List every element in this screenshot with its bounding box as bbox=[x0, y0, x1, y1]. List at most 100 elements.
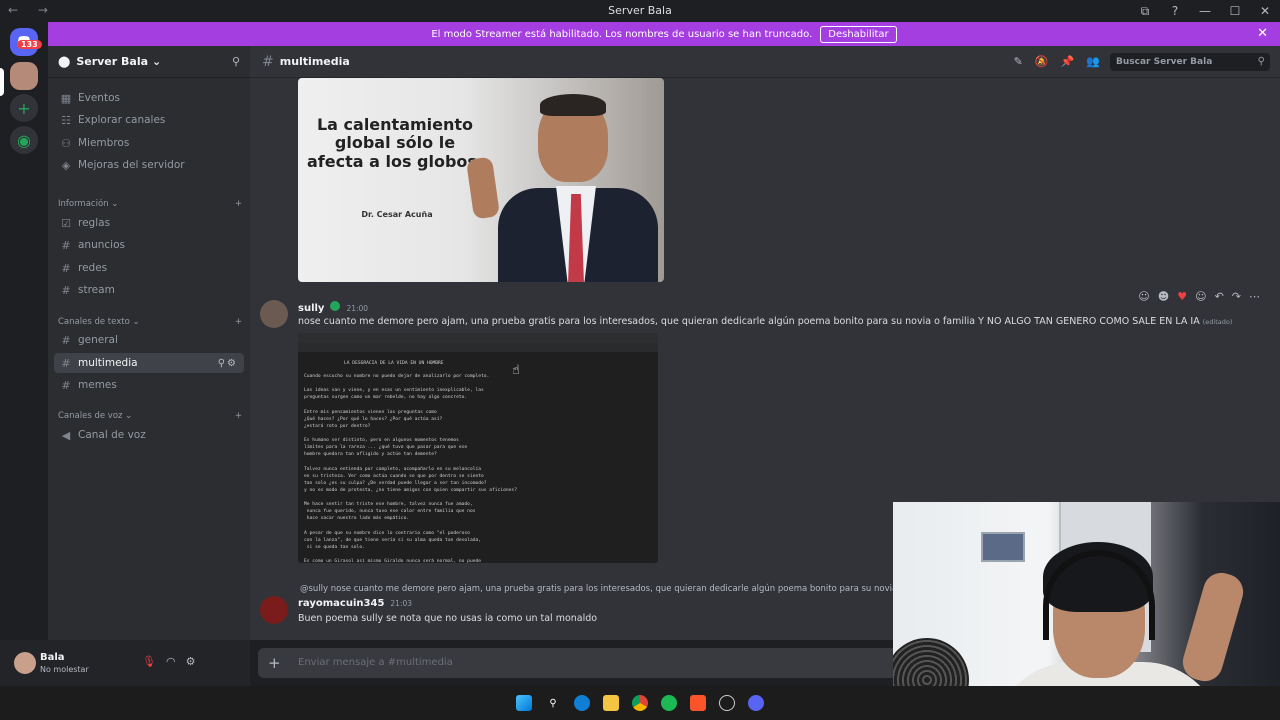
settings-gear-icon[interactable]: ⚙ bbox=[186, 655, 196, 668]
unread-badge: 133 bbox=[17, 40, 42, 49]
add-reaction-icon[interactable]: ☺ bbox=[1195, 290, 1206, 303]
image-attachment[interactable]: La calentamiento global sólo le afecta a… bbox=[298, 78, 664, 282]
doc-line: Entre mis pensamientos vienen las pregun… bbox=[304, 409, 437, 415]
user-controls: 🎙 ◠ ⚙ bbox=[142, 655, 195, 668]
photo-hair bbox=[540, 94, 606, 116]
close-window-button[interactable]: ✕ bbox=[1250, 4, 1280, 18]
guild-header[interactable]: ⬤ Server Bala ⌄ ⚲ bbox=[48, 46, 250, 78]
avatar[interactable] bbox=[14, 652, 36, 674]
guild-name: Server Bala bbox=[76, 55, 149, 68]
maximize-button[interactable]: ☐ bbox=[1220, 4, 1250, 18]
doc-title: LA DESGRACIA DE LA VIDA EN UN HOMBRE bbox=[344, 361, 444, 366]
disable-streamer-button[interactable]: Deshabilitar bbox=[820, 25, 897, 43]
sidebar-item-miembros[interactable]: ⚇ Miembros bbox=[54, 133, 244, 153]
member-list-icon[interactable]: 👥 bbox=[1086, 55, 1100, 68]
author-name[interactable]: sully bbox=[298, 303, 324, 314]
forward-icon[interactable]: ↷ bbox=[1232, 290, 1241, 303]
category-texto[interactable]: Canales de texto ⌄ + bbox=[58, 317, 242, 327]
hash-icon: # bbox=[262, 53, 274, 70]
doc-titlebar bbox=[298, 333, 658, 343]
reply-preview[interactable]: @sully nose cuanto me demore pero ajam, … bbox=[300, 584, 937, 594]
doc-line bbox=[304, 522, 652, 529]
channel-redes[interactable]: # redes bbox=[54, 258, 244, 278]
settings-gear-icon[interactable]: ⚙ bbox=[227, 358, 238, 369]
threads-icon[interactable]: ✎ bbox=[1014, 55, 1023, 68]
attach-plus-icon[interactable]: + bbox=[268, 654, 281, 672]
message-hover-toolbar: ☺ ☻ ♥ ☺ ↶ ↷ ⋯ bbox=[1138, 290, 1260, 303]
doc-line: Talvez nunca entienda por completo, acom… bbox=[304, 466, 482, 472]
more-options-icon[interactable]: ⋯ bbox=[1249, 290, 1260, 303]
category-informacion[interactable]: Información ⌄ + bbox=[58, 199, 242, 209]
category-voz[interactable]: Canales de voz ⌄ + bbox=[58, 411, 242, 421]
globe-icon: ⬤ bbox=[58, 55, 71, 68]
hash-icon: # bbox=[61, 333, 71, 347]
search-input[interactable]: Buscar Server Bala ⚲ bbox=[1110, 53, 1270, 71]
doc-line: ¿estará roto por dentro? bbox=[304, 423, 371, 429]
reply-text: nose cuanto me demore pero ajam, una pru… bbox=[330, 584, 937, 594]
screen-share-icon[interactable]: ⧉ bbox=[1130, 4, 1160, 19]
user-status: No molestar bbox=[40, 665, 89, 674]
add-channel-icon[interactable]: + bbox=[235, 317, 242, 327]
avatar[interactable] bbox=[260, 596, 288, 624]
chrome-icon[interactable] bbox=[632, 695, 648, 711]
message-body: nose cuanto me demore pero ajam, una pru… bbox=[298, 316, 1200, 327]
file-explorer-icon[interactable] bbox=[603, 695, 619, 711]
streamer-mode-banner: El modo Streamer está habilitado. Los no… bbox=[48, 22, 1280, 46]
add-channel-icon[interactable]: + bbox=[235, 199, 242, 209]
discord-icon[interactable] bbox=[748, 695, 764, 711]
document-screenshot-attachment[interactable]: LA DESGRACIA DE LA VIDA EN UN HOMBRE Cuan… bbox=[298, 333, 658, 563]
sidebar-item-mejoras[interactable]: ◈ Mejoras del servidor bbox=[54, 155, 244, 175]
mic-muted-icon[interactable]: 🎙 bbox=[142, 655, 156, 668]
reaction-icon[interactable]: ☺ bbox=[1138, 290, 1149, 303]
channel-memes[interactable]: # memes bbox=[54, 375, 244, 395]
heart-icon[interactable]: ♥ bbox=[1177, 290, 1187, 303]
channel-anuncios[interactable]: # anuncios bbox=[54, 235, 244, 255]
doc-line: A pesar de que su nombre dice lo contrar… bbox=[304, 530, 470, 536]
pin-icon[interactable]: 📌 bbox=[1061, 55, 1075, 68]
search-icon[interactable]: ⚲ bbox=[545, 695, 561, 711]
minimize-button[interactable]: — bbox=[1190, 4, 1220, 18]
doc-line: límites para la rareza ... ¿qué tuvo que… bbox=[304, 445, 468, 451]
avatar[interactable] bbox=[260, 300, 288, 328]
windows-start-icon[interactable] bbox=[516, 695, 532, 711]
role-badge-icon bbox=[330, 301, 341, 311]
doc-line: ¿Qué haces? ¿Por qué lo haces? ¿Por qué … bbox=[304, 416, 443, 422]
invite-people-icon[interactable]: ⚲ bbox=[232, 55, 240, 68]
author-name[interactable]: rayomacuin345 bbox=[298, 598, 384, 609]
active-server-pill bbox=[0, 68, 4, 96]
close-banner-icon[interactable]: ✕ bbox=[1257, 26, 1268, 41]
photo-hand bbox=[465, 156, 501, 220]
invite-icon[interactable]: ⚲ bbox=[218, 358, 227, 369]
doc-line: Me hace sentir tan triste ese hombre, ta… bbox=[304, 502, 473, 508]
headphones-icon[interactable]: ◠ bbox=[166, 655, 176, 668]
server-bala-icon[interactable] bbox=[10, 62, 38, 90]
streamer-mode-message: El modo Streamer está habilitado. Los no… bbox=[431, 28, 813, 40]
explore-servers-icon[interactable]: ◉ bbox=[10, 126, 38, 154]
obs-icon[interactable] bbox=[719, 695, 735, 711]
message-header: rayomacuin345 21:03 bbox=[298, 598, 412, 609]
doc-line bbox=[304, 551, 652, 558]
edge-browser-icon[interactable] bbox=[574, 695, 590, 711]
window-controls: ⧉ ? — ☐ ✕ bbox=[1130, 0, 1280, 22]
doc-line: y no es modo de protesta, ¿no tiene amig… bbox=[304, 487, 517, 493]
reaction-icon[interactable]: ☻ bbox=[1158, 290, 1169, 303]
sidebar-item-explorar[interactable]: ☷ Explorar canales bbox=[54, 110, 244, 130]
channel-reglas[interactable]: ☑ reglas bbox=[54, 213, 244, 233]
sidebar-item-eventos[interactable]: ▦ Eventos bbox=[54, 88, 244, 108]
search-placeholder: Buscar Server Bala bbox=[1116, 57, 1213, 67]
add-channel-icon[interactable]: + bbox=[235, 411, 242, 421]
hash-icon: # bbox=[61, 378, 71, 392]
channel-stream[interactable]: # stream bbox=[54, 280, 244, 300]
brave-icon[interactable] bbox=[690, 695, 706, 711]
spotify-icon[interactable] bbox=[661, 695, 677, 711]
doc-line bbox=[304, 458, 652, 465]
channel-title: multimedia bbox=[279, 55, 350, 68]
category-label: Canales de voz bbox=[58, 411, 123, 421]
help-icon[interactable]: ? bbox=[1160, 4, 1190, 18]
reply-icon[interactable]: ↶ bbox=[1215, 290, 1224, 303]
notifications-muted-icon[interactable]: 🔕 bbox=[1035, 55, 1049, 68]
channel-canal-de-voz[interactable]: ◀ Canal de voz bbox=[54, 425, 244, 445]
add-server-icon[interactable]: + bbox=[10, 94, 38, 122]
channel-multimedia[interactable]: # multimedia ⚲⚙ bbox=[54, 353, 244, 373]
channel-general[interactable]: # general bbox=[54, 330, 244, 350]
